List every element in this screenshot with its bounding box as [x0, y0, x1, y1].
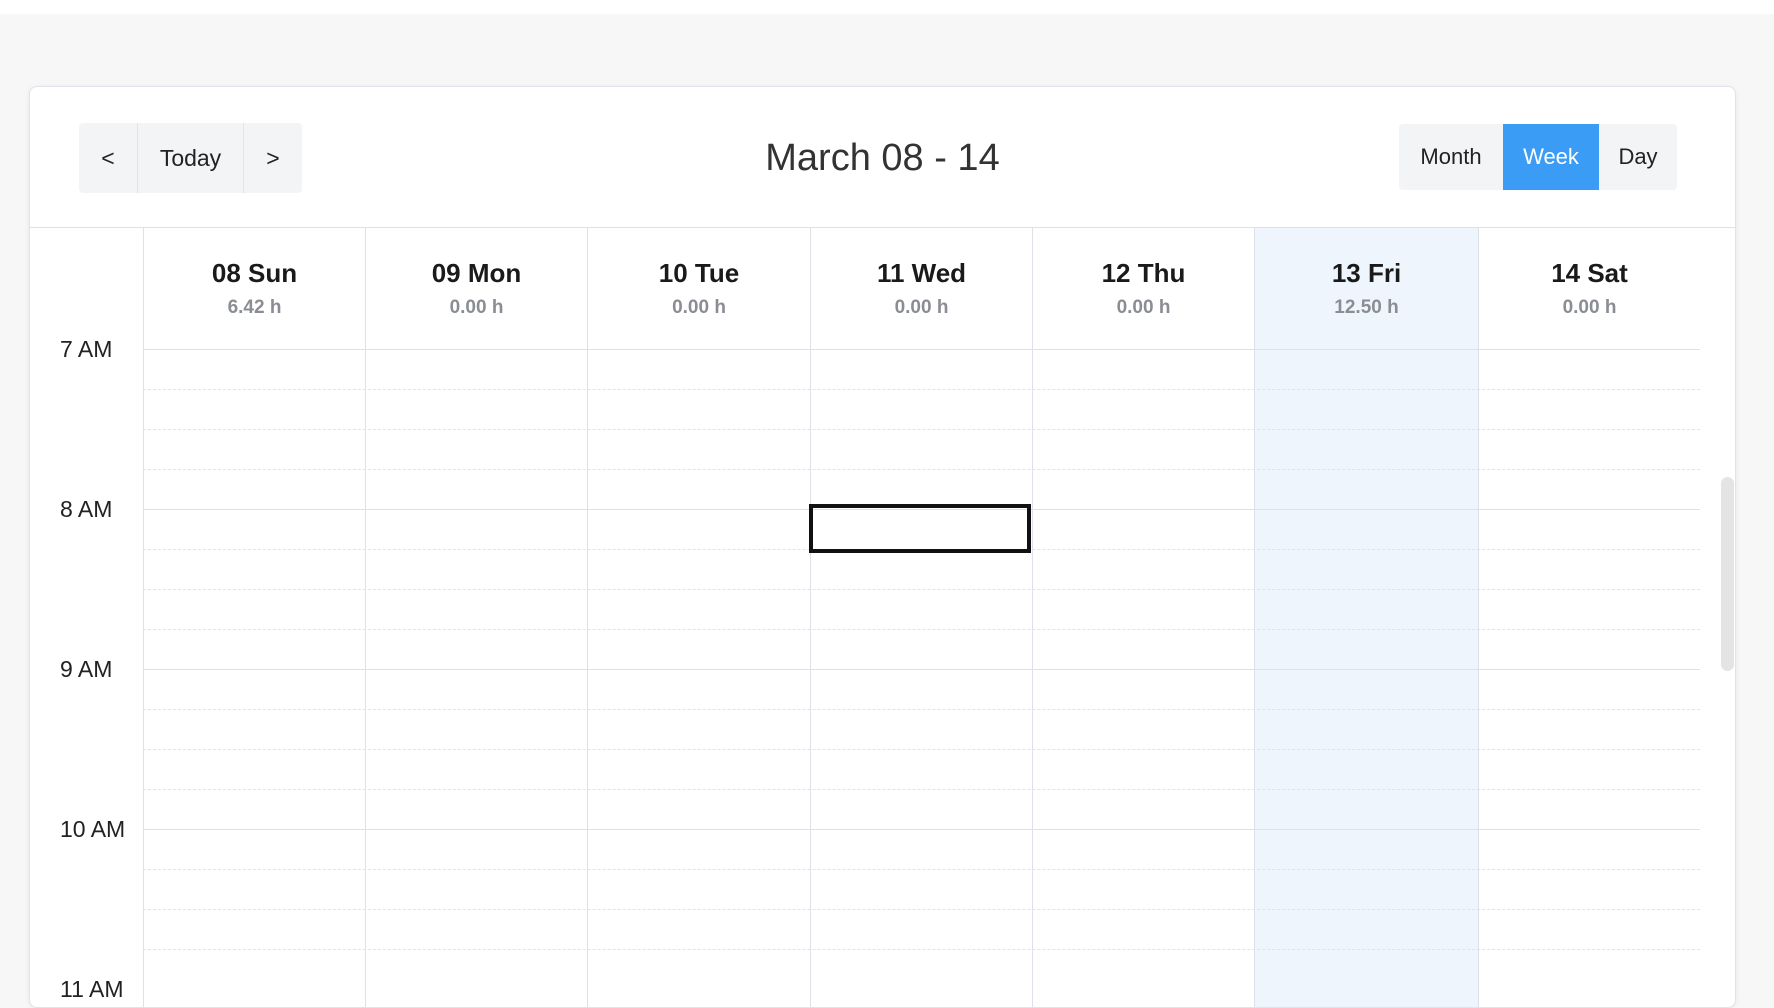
day-header-sat[interactable]: 14 Sat 0.00 h [1479, 228, 1700, 348]
today-button[interactable]: Today [138, 123, 244, 193]
day-header-thu[interactable]: 12 Thu 0.00 h [1033, 228, 1254, 348]
calendar-title: March 08 - 14 [765, 136, 1000, 179]
day-header-label: 11 Wed [876, 257, 967, 288]
quarter-line [143, 629, 1700, 630]
day-header-tue[interactable]: 10 Tue 0.00 h [588, 228, 810, 348]
quarter-line [143, 469, 1700, 470]
vertical-scrollbar-thumb[interactable] [1721, 477, 1734, 671]
view-month-button[interactable]: Month [1399, 124, 1503, 190]
quarter-line [143, 749, 1700, 750]
week-grid[interactable]: 08 Sun 6.42 h 09 Mon 0.00 h 10 Tue 0.00 … [30, 228, 1700, 1007]
day-header-label: 12 Thu [1101, 257, 1186, 288]
navigation-button-group: < Today > [79, 123, 302, 193]
time-label: 8 AM [60, 496, 113, 522]
selected-time-slot[interactable] [809, 504, 1031, 553]
day-header-label: 10 Tue [658, 257, 740, 288]
hour-line [143, 349, 1700, 350]
quarter-line [143, 589, 1700, 590]
day-header-hours: 0.00 h [672, 296, 726, 318]
day-header-hours: 0.00 h [449, 296, 504, 318]
view-switcher: Month Week Day [1399, 124, 1677, 190]
page-top-strip [0, 0, 1774, 14]
day-header-mon[interactable]: 09 Mon 0.00 h [366, 228, 587, 348]
previous-week-button[interactable]: < [79, 123, 138, 193]
view-week-button[interactable]: Week [1503, 124, 1599, 190]
day-header-label: 14 Sat [1551, 257, 1628, 288]
quarter-line [143, 909, 1700, 910]
time-label: 10 AM [60, 816, 126, 842]
day-header-label: 09 Mon [431, 257, 522, 288]
next-week-button[interactable]: > [244, 123, 302, 193]
day-header-hours: 0.00 h [1116, 296, 1171, 318]
hour-line [143, 829, 1700, 830]
quarter-line [143, 709, 1700, 710]
day-header-hours: 0.00 h [894, 296, 949, 318]
day-header-wed[interactable]: 11 Wed 0.00 h [811, 228, 1032, 348]
time-label: 7 AM [60, 336, 113, 362]
day-header-sun[interactable]: 08 Sun 6.42 h [144, 228, 365, 348]
time-label: 9 AM [60, 656, 113, 682]
day-header-fri[interactable]: 13 Fri 12.50 h [1255, 228, 1478, 348]
day-header-label: 08 Sun [211, 257, 298, 288]
day-header-hours: 12.50 h [1334, 296, 1399, 318]
day-header-hours: 0.00 h [1562, 296, 1617, 318]
quarter-line [143, 949, 1700, 950]
quarter-line [143, 789, 1700, 790]
quarter-line [143, 429, 1700, 430]
day-header-label: 13 Fri [1331, 257, 1402, 288]
hour-line [143, 669, 1700, 670]
quarter-line [143, 389, 1700, 390]
quarter-line [143, 869, 1700, 870]
day-header-hours: 6.42 h [227, 296, 282, 318]
time-label: 11 AM [60, 976, 124, 1002]
view-day-button[interactable]: Day [1599, 124, 1677, 190]
calendar-card: < Today > March 08 - 14 Month Week Day 0… [29, 86, 1736, 1008]
